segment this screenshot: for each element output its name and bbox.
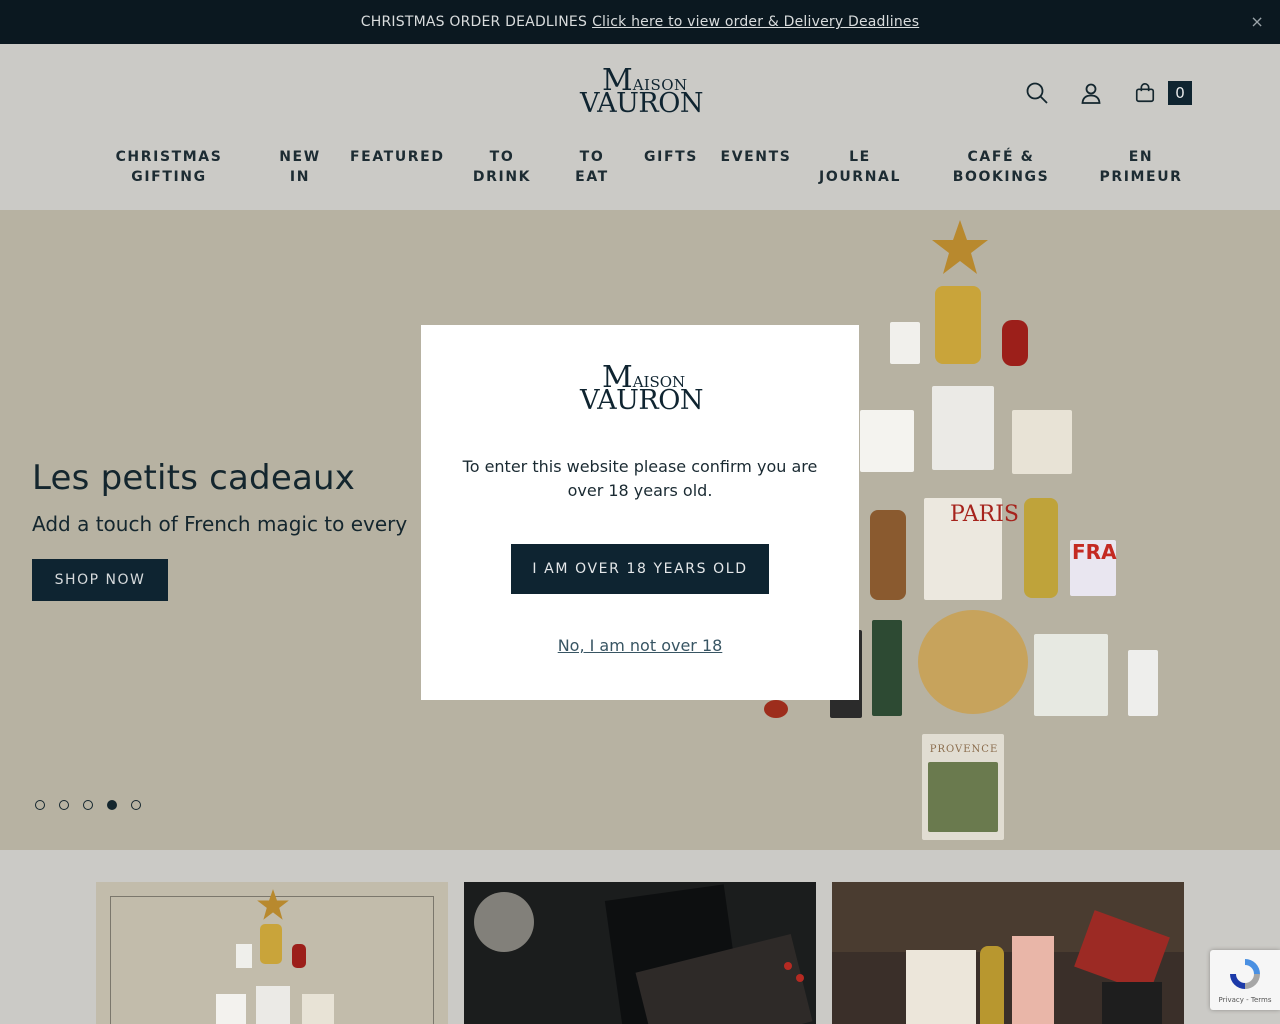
recaptcha-terms[interactable]: Privacy - Terms (1210, 996, 1280, 1004)
confirm-over-18-button[interactable]: I AM OVER 18 YEARS OLD (511, 544, 769, 594)
modal-logo: MAISON VAURON (580, 363, 704, 416)
age-verification-modal: MAISON VAURON To enter this website plea… (421, 325, 859, 700)
decline-under-18-link[interactable]: No, I am not over 18 (421, 636, 859, 655)
recaptcha-icon (1230, 959, 1260, 989)
modal-logo-main-text: VAURON (580, 385, 704, 416)
age-verification-message: To enter this website please confirm you… (462, 457, 818, 500)
recaptcha-badge[interactable]: Privacy - Terms (1210, 950, 1280, 1010)
